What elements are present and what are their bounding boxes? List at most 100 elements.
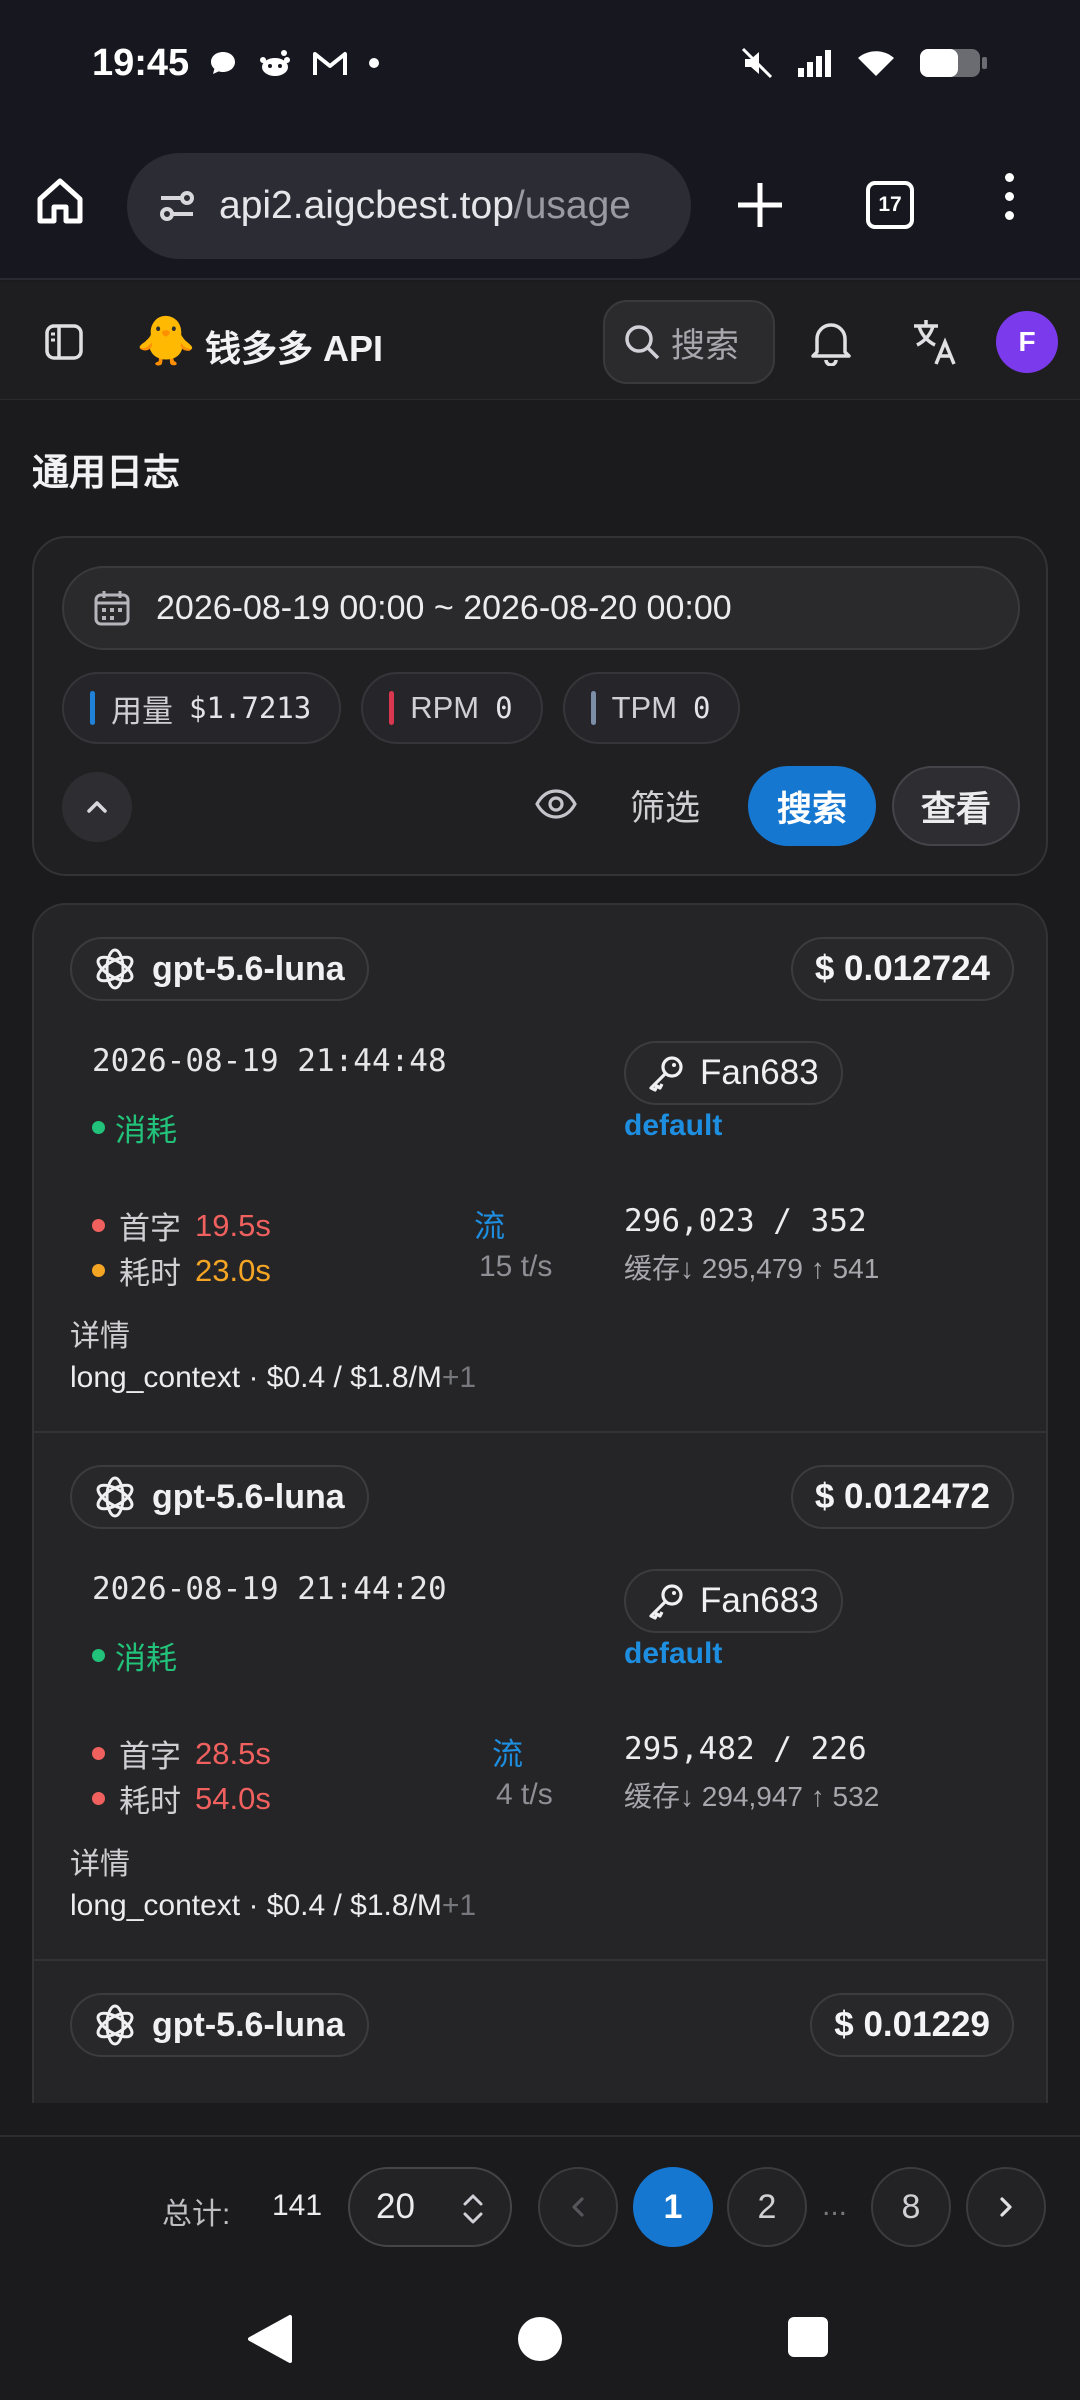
page-button-1[interactable]: 1 xyxy=(633,2167,713,2247)
page-size-select[interactable]: 20 xyxy=(348,2167,512,2247)
stat-rpm-label: RPM xyxy=(410,690,480,725)
stat-rpm: RPM 0 xyxy=(361,672,543,744)
log-entry[interactable]: gpt-5.6-luna $ 0.012724 2026-08-19 21:44… xyxy=(34,905,1046,1433)
search-button[interactable]: 搜索 xyxy=(748,766,876,846)
language-button[interactable] xyxy=(910,316,962,373)
avatar[interactable]: F xyxy=(996,311,1058,373)
mute-icon xyxy=(741,47,773,79)
detail-more[interactable]: +1 xyxy=(442,1889,476,1922)
cache-info: 缓存↓ 294,947 ↑ 532 xyxy=(624,1781,880,1812)
stream-label: 流 xyxy=(492,1737,523,1772)
model-name: gpt-5.6-luna xyxy=(152,2005,345,2044)
url-path: /usage xyxy=(513,184,631,227)
dot-icon xyxy=(369,58,379,68)
home-button[interactable] xyxy=(34,175,86,232)
key-icon xyxy=(649,1056,683,1092)
duration-metric: 耗时 54.0s xyxy=(92,1776,271,1821)
log-entry[interactable]: gpt-5.6-luna $ 0.01229 xyxy=(34,1961,1046,2103)
status-label: 消耗 xyxy=(92,1105,177,1150)
back-icon[interactable] xyxy=(246,2313,294,2365)
detail-text: long_context · $0.4 / $1.8/M+1 xyxy=(70,1361,476,1395)
calendar-icon xyxy=(94,591,130,626)
page-ellipsis: ... xyxy=(822,2189,848,2222)
status-text: 消耗 xyxy=(115,1113,177,1148)
openai-icon xyxy=(96,948,134,990)
stat-tpm-value: 0 xyxy=(693,691,711,725)
stat-rpm-bar xyxy=(389,691,395,725)
model-name: gpt-5.6-luna xyxy=(152,949,345,988)
first-token-label: 首字 xyxy=(119,1211,181,1246)
prev-page-button[interactable] xyxy=(538,2167,618,2247)
openai-icon xyxy=(96,2004,134,2046)
date-range-picker[interactable]: 2026-08-19 00:00 ~ 2026-08-20 00:00 xyxy=(62,566,1020,650)
detail-label: 详情 xyxy=(70,1848,130,1881)
stat-usage-label: 用量 xyxy=(111,693,173,729)
bell-icon xyxy=(811,323,851,367)
status-text: 消耗 xyxy=(115,1641,177,1676)
detail-value: long_context · $0.4 / $1.8/M xyxy=(70,1889,442,1922)
plus-icon xyxy=(738,183,782,227)
total-label: 总计: xyxy=(162,2198,231,2231)
status-time: 19:45 xyxy=(92,42,190,84)
log-entry[interactable]: gpt-5.6-luna $ 0.012472 2026-08-19 21:44… xyxy=(34,1433,1046,1961)
key-icon xyxy=(649,1584,683,1620)
status-dot xyxy=(92,1649,105,1662)
model-chip[interactable]: gpt-5.6-luna xyxy=(70,937,369,1001)
signal-icon xyxy=(798,50,831,77)
app-logo[interactable]: 🐥 xyxy=(136,312,196,369)
duration-metric: 耗时 23.0s xyxy=(92,1248,271,1293)
browser-menu-button[interactable] xyxy=(1005,173,1014,220)
notification-icons xyxy=(208,48,380,78)
token-chip[interactable]: Fan683 xyxy=(624,1569,843,1633)
detail-text: long_context · $0.4 / $1.8/M+1 xyxy=(70,1889,476,1923)
tab-switcher-button[interactable]: 17 xyxy=(866,181,914,229)
duration-value: 23.0s xyxy=(195,1252,271,1288)
total-count: 141 xyxy=(272,2189,323,2222)
filter-card: 2026-08-19 00:00 ~ 2026-08-20 00:00 用量 $… xyxy=(32,536,1048,876)
detail-more[interactable]: +1 xyxy=(442,1361,476,1394)
duration-dot xyxy=(92,1264,105,1277)
log-timestamp: 2026-08-19 21:44:20 xyxy=(92,1571,447,1607)
group-label: default xyxy=(624,1109,723,1142)
model-chip[interactable]: gpt-5.6-luna xyxy=(70,1465,369,1529)
collapse-button[interactable] xyxy=(62,772,132,842)
status-bar: 19:45 xyxy=(0,0,1080,135)
toggle-visibility-button[interactable] xyxy=(534,782,578,831)
home-nav-icon[interactable] xyxy=(516,2315,564,2363)
chevron-left-icon xyxy=(572,2197,584,2217)
recents-icon[interactable] xyxy=(786,2315,830,2359)
group-label: default xyxy=(624,1637,723,1670)
log-list: gpt-5.6-luna $ 0.012724 2026-08-19 21:44… xyxy=(32,903,1048,2103)
next-page-button[interactable] xyxy=(966,2167,1046,2247)
first-token-value: 28.5s xyxy=(195,1735,271,1771)
token-counts: 295,482 / 226 xyxy=(624,1731,867,1767)
filter-button[interactable]: 筛选 xyxy=(630,780,700,831)
token-chip[interactable]: Fan683 xyxy=(624,1041,843,1105)
stat-tpm-label: TPM xyxy=(611,690,678,725)
battery-icon xyxy=(920,49,987,77)
view-button[interactable]: 查看 xyxy=(892,766,1020,846)
new-tab-button[interactable] xyxy=(730,175,790,240)
model-chip[interactable]: gpt-5.6-luna xyxy=(70,1993,369,2057)
system-icons xyxy=(740,46,988,80)
page-button-8[interactable]: 8 xyxy=(871,2167,951,2247)
duration-dot xyxy=(92,1792,105,1805)
sidebar-toggle-button[interactable] xyxy=(44,322,84,367)
stat-chips: 用量 $1.7213 RPM 0 TPM 0 xyxy=(62,672,741,744)
token-counts: 296,023 / 352 xyxy=(624,1203,867,1239)
chevron-up-icon xyxy=(87,801,107,813)
header-search-button[interactable]: 搜索 xyxy=(603,300,775,384)
token-name: Fan683 xyxy=(700,1581,819,1620)
first-token-metric: 首字 28.5s xyxy=(92,1731,271,1776)
site-settings-icon[interactable] xyxy=(157,188,197,224)
page-button-2[interactable]: 2 xyxy=(727,2167,807,2247)
address-bar[interactable]: api2.aigcbest.top/usage xyxy=(127,153,691,259)
notifications-button[interactable] xyxy=(808,318,854,371)
log-timestamp: 2026-08-19 21:44:48 xyxy=(92,1043,447,1079)
stat-usage: 用量 $1.7213 xyxy=(62,672,342,744)
stat-tpm-bar xyxy=(590,691,596,725)
app-header: 🐥 钱多多 API 搜索 F xyxy=(0,282,1080,400)
page-title: 通用日志 xyxy=(32,452,180,493)
detail-value: long_context · $0.4 / $1.8/M xyxy=(70,1361,442,1394)
app-title[interactable]: 钱多多 API xyxy=(205,320,383,372)
